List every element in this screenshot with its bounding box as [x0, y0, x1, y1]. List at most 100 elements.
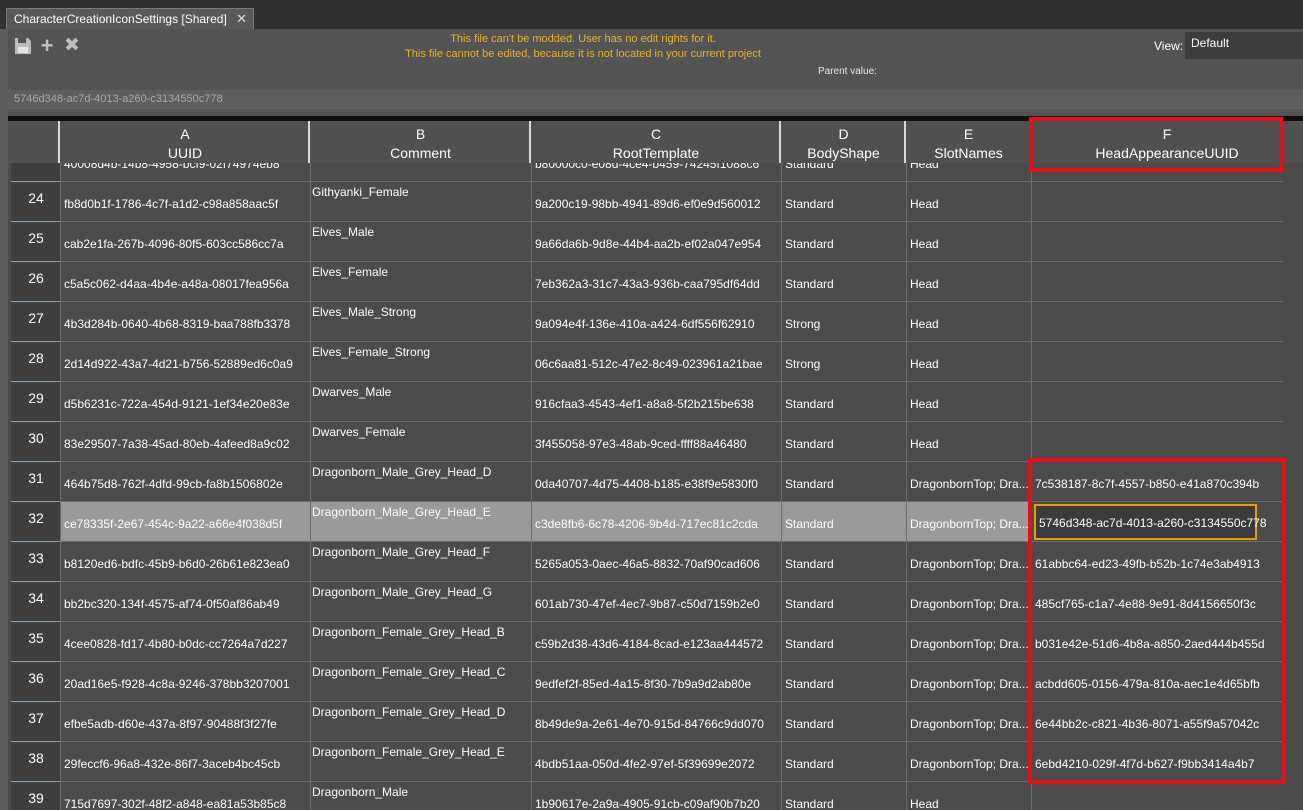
table-row[interactable]: 29 d5b6231c-722a-454d-9121-1ef34e20e83e Dw… — [8, 382, 1288, 422]
cell-body-shape[interactable]: Standard — [781, 382, 906, 422]
row-number[interactable]: 37 — [11, 702, 60, 742]
row-number[interactable]: 27 — [11, 302, 60, 342]
cell-comment[interactable]: Dragonborn_Male_Grey_Head_E — [310, 502, 531, 542]
row-number[interactable]: 25 — [11, 222, 60, 262]
cell-root-template[interactable]: 601ab730-47ef-4ec7-9b87-c50d7159b2e0 — [531, 582, 781, 622]
row-number[interactable]: 31 — [11, 462, 60, 502]
table-row[interactable]: 35 4cee0828-fd17-4b80-b0dc-cc7264a7d227 Dr… — [8, 622, 1288, 662]
cell-comment[interactable]: Dwarves_Male — [310, 382, 531, 422]
save-icon[interactable] — [14, 37, 32, 55]
cell-body-shape[interactable]: Standard — [781, 262, 906, 302]
cell-head-appearance[interactable]: 6e44bb2c-c821-4b36-8071-a55f9a57042c — [1031, 702, 1283, 742]
cell-slot-names[interactable]: DragonbornTop; Dra... — [906, 662, 1031, 702]
row-number[interactable]: 26 — [11, 262, 60, 302]
cell-uuid[interactable]: d5b6231c-722a-454d-9121-1ef34e20e83e — [60, 382, 310, 422]
delete-icon[interactable]: ✖ — [63, 36, 81, 55]
cell-root-template[interactable]: 0da40707-4d75-4408-b185-e38f9e5830f0 — [531, 462, 781, 502]
row-number[interactable]: 39 — [11, 782, 60, 810]
cell-root-template[interactable]: 9a094e4f-136e-410a-a424-6df556f62910 — [531, 302, 781, 342]
cell-head-appearance[interactable]: 5746d348-ac7d-4013-a260-c3134550c778 — [1031, 502, 1283, 542]
cell-root-template[interactable]: 4bdb51aa-050d-4fe2-97ef-5f39699e2072 — [531, 742, 781, 782]
cell-slot-names[interactable]: Head — [906, 182, 1031, 222]
cell-slot-names[interactable]: Head — [906, 222, 1031, 262]
cell-comment[interactable]: Dragonborn_Male_Grey_Head_D — [310, 462, 531, 502]
cell-comment[interactable]: Elves_Male_Strong — [310, 302, 531, 342]
table-row[interactable]: 33 b8120ed6-bdfc-45b9-b6d0-26b61e823ea0 Dr… — [8, 542, 1288, 582]
cell-uuid[interactable]: 4cee0828-fd17-4b80-b0dc-cc7264a7d227 — [60, 622, 310, 662]
cell-uuid[interactable]: fb8d0b1f-1786-4c7f-a1d2-c98a858aac5f — [60, 182, 310, 222]
cell-body-shape[interactable]: Standard — [781, 582, 906, 622]
table-row[interactable]: 34 bb2bc320-134f-4575-af74-0f50af86ab49 Dr… — [8, 582, 1288, 622]
table-row[interactable]: 36 20ad16e5-f928-4c8a-9246-378bb3207001 Dr… — [8, 662, 1288, 702]
cell-head-appearance[interactable] — [1031, 782, 1283, 810]
cell-uuid[interactable]: bb2bc320-134f-4575-af74-0f50af86ab49 — [60, 582, 310, 622]
cell-slot-names[interactable]: DragonbornTop; Dra... — [906, 702, 1031, 742]
cell-uuid[interactable]: 2d14d922-43a7-4d21-b756-52889ed6c0a9 — [60, 342, 310, 382]
cell-body-shape[interactable]: Standard — [781, 462, 906, 502]
cell-root-template[interactable]: 06c6aa81-512c-47e2-8c49-023961a21bae — [531, 342, 781, 382]
cell-head-appearance[interactable]: 485cf765-c1a7-4e88-9e91-8d4156650f3c — [1031, 582, 1283, 622]
cell-comment[interactable]: Dwarves_Female — [310, 422, 531, 462]
cell-uuid[interactable]: 20ad16e5-f928-4c8a-9246-378bb3207001 — [60, 662, 310, 702]
cell-comment[interactable]: Elves_Male — [310, 222, 531, 262]
cell-uuid[interactable]: ce78335f-2e67-454c-9a22-a66e4f038d5f — [60, 502, 310, 542]
cell-head-appearance[interactable]: acbdd605-0156-479a-810a-aec1e4d65bfb — [1031, 662, 1283, 702]
cell-comment[interactable]: Dragonborn_Female_Grey_Head_D — [310, 702, 531, 742]
cell-slot-names[interactable]: DragonbornTop; Dra... — [906, 542, 1031, 582]
cell-root-template[interactable]: 9a66da6b-9d8e-44b4-aa2b-ef02a047e954 — [531, 222, 781, 262]
table-row[interactable]: 26 c5a5c062-d4aa-4b4e-a48a-08017fea956a El… — [8, 262, 1288, 302]
cell-comment[interactable]: Dragonborn_Male_Grey_Head_F — [310, 542, 531, 582]
close-icon[interactable]: ✕ — [236, 9, 247, 29]
column-header-b[interactable]: B Comment — [308, 121, 531, 163]
table-row[interactable]: 37 efbe5adb-d60e-437a-8f97-90488f3f27fe Dr… — [8, 702, 1288, 742]
cell-head-appearance[interactable] — [1031, 422, 1283, 462]
cell-uuid[interactable]: 29feccf6-96a8-432e-86f7-3aceb4bc45cb — [60, 742, 310, 782]
row-number[interactable]: 30 — [11, 422, 60, 462]
document-tab[interactable]: CharacterCreationIconSettings [Shared] ✕ — [6, 8, 254, 29]
cell-body-shape[interactable]: Standard — [781, 622, 906, 662]
cell-slot-names[interactable]: DragonbornTop; Dra... — [906, 462, 1031, 502]
row-number[interactable]: 35 — [11, 622, 60, 662]
cell-slot-names[interactable]: DragonbornTop; Dra... — [906, 622, 1031, 662]
cell-head-appearance[interactable]: 6ebd4210-029f-4f7d-b627-f9bb3414a4b7 — [1031, 742, 1283, 782]
cell-comment[interactable]: Dragonborn_Male_Grey_Head_G — [310, 582, 531, 622]
table-row[interactable]: 28 2d14d922-43a7-4d21-b756-52889ed6c0a9 El… — [8, 342, 1288, 382]
row-number[interactable]: 33 — [11, 542, 60, 582]
active-cell-editor[interactable]: 5746d348-ac7d-4013-a260-c3134550c778 — [1034, 504, 1267, 540]
column-header-c[interactable]: C RootTemplate — [529, 121, 781, 163]
row-number[interactable]: 34 — [11, 582, 60, 622]
cell-uuid[interactable]: 4b3d284b-0640-4b68-8319-baa788fb3378 — [60, 302, 310, 342]
cell-uuid[interactable]: cab2e1fa-267b-4096-80f5-603cc586cc7a — [60, 222, 310, 262]
cell-head-appearance[interactable] — [1031, 222, 1283, 262]
cell-head-appearance[interactable] — [1031, 382, 1283, 422]
cell-root-template[interactable]: c59b2d38-43d6-4184-8cad-e123aa444572 — [531, 622, 781, 662]
row-number[interactable]: 24 — [11, 182, 60, 222]
cell-root-template[interactable]: 1b90617e-2a9a-4905-91cb-c09af90b7b20 — [531, 782, 781, 810]
cell-uuid[interactable]: efbe5adb-d60e-437a-8f97-90488f3f27fe — [60, 702, 310, 742]
table-row[interactable]: 38 29feccf6-96a8-432e-86f7-3aceb4bc45cb Dr… — [8, 742, 1288, 782]
cell-root-template[interactable]: 5265a053-0aec-46a5-8832-70af90cad606 — [531, 542, 781, 582]
cell-root-template[interactable]: 7eb362a3-31c7-43a3-936b-caa795df64dd — [531, 262, 781, 302]
cell-body-shape[interactable]: Standard — [781, 782, 906, 810]
cell-uuid[interactable]: b8120ed6-bdfc-45b9-b6d0-26b61e823ea0 — [60, 542, 310, 582]
cell-comment[interactable]: Dragonborn_Female_Grey_Head_C — [310, 662, 531, 702]
cell-root-template[interactable]: 9edfef2f-85ed-4a15-8f30-7b9a9d2ab80e — [531, 662, 781, 702]
cell-body-shape[interactable]: Standard — [781, 742, 906, 782]
table-row[interactable]: 32 ce78335f-2e67-454c-9a22-a66e4f038d5f Dr… — [8, 502, 1288, 542]
row-number[interactable]: 28 — [11, 342, 60, 382]
cell-body-shape[interactable]: Strong — [781, 302, 906, 342]
cell-comment[interactable]: Dragonborn_Male — [310, 782, 531, 810]
cell-head-appearance[interactable]: b031e42e-51d6-4b8a-a850-2aed444b455d — [1031, 622, 1283, 662]
cell-body-shape[interactable]: Standard — [781, 182, 906, 222]
cell-body-shape[interactable]: Standard — [781, 222, 906, 262]
cell-slot-names[interactable]: DragonbornTop; Dra... — [906, 582, 1031, 622]
cell-uuid[interactable]: 464b75d8-762f-4dfd-99cb-fa8b1506802e — [60, 462, 310, 502]
cell-head-appearance[interactable]: 61abbc64-ed23-49fb-b52b-1c74e3ab4913 — [1031, 542, 1283, 582]
cell-head-appearance[interactable] — [1031, 302, 1283, 342]
cell-head-appearance[interactable] — [1031, 342, 1283, 382]
cell-comment[interactable]: Dragonborn_Female_Grey_Head_B — [310, 622, 531, 662]
table-row[interactable]: 25 cab2e1fa-267b-4096-80f5-603cc586cc7a El… — [8, 222, 1288, 262]
cell-value-field[interactable]: 5746d348-ac7d-4013-a260-c3134550c778 — [8, 90, 1303, 109]
table-row[interactable]: 31 464b75d8-762f-4dfd-99cb-fa8b1506802e Dr… — [8, 462, 1288, 502]
cell-body-shape[interactable]: Standard — [781, 422, 906, 462]
